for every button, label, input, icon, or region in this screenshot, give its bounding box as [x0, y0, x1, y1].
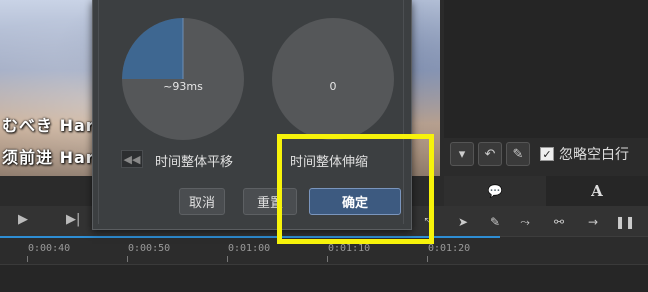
arrow-right-icon[interactable]: → [582, 212, 604, 232]
ignore-blank-option[interactable]: ✓ 忽略空白行 [540, 144, 629, 164]
undo-icon[interactable]: ↶ [478, 142, 502, 166]
play-icon[interactable]: ▶ [18, 212, 28, 227]
time-shift-dial[interactable]: ~93ms [122, 18, 244, 140]
dial-fill [122, 18, 184, 79]
tick-label: 0:00:40 [28, 243, 71, 254]
tick-label: 0:01:10 [328, 243, 371, 254]
subtitle-line-2: 须前进 Har [2, 148, 95, 167]
highlight-box [277, 134, 434, 244]
tick-mark [327, 256, 328, 262]
tick-mark [127, 256, 128, 262]
style-letter-icon: A [591, 182, 603, 200]
timeline-track[interactable] [0, 264, 648, 292]
tick-mark [27, 256, 28, 262]
time-stretch-dial[interactable]: 0 [272, 18, 394, 140]
subtitle-line-1: むべき Har [2, 116, 95, 135]
skip-back-icon[interactable]: ◀◀ [121, 150, 143, 168]
ignore-blank-checkbox[interactable]: ✓ [540, 147, 554, 161]
tick-label: 0:01:20 [428, 243, 471, 254]
tick-mark [227, 256, 228, 262]
ignore-blank-label: 忽略空白行 [559, 147, 629, 163]
time-shift-value: ~93ms [163, 80, 203, 93]
tab-comments[interactable]: 💬 [444, 176, 546, 206]
cancel-button[interactable]: 取消 [179, 188, 225, 215]
pause-icon[interactable]: ❚❚ [614, 212, 636, 232]
subtitle-list-area [444, 0, 648, 138]
tick-label: 0:00:50 [128, 243, 171, 254]
tick-mark [427, 256, 428, 262]
edit-toolbar: ▾ ↶ ✎ ✓ 忽略空白行 [450, 140, 629, 168]
pencil-icon[interactable]: ✎ [506, 142, 530, 166]
edit-icon[interactable]: ✎ [484, 212, 506, 232]
time-shift-label: 时间整体平移 [155, 155, 234, 170]
tab-style[interactable]: A [546, 176, 648, 206]
dropdown-icon[interactable]: ▾ [450, 142, 474, 166]
time-stretch-value: 0 [329, 80, 337, 93]
link-icon[interactable]: ⚯ [548, 212, 570, 232]
tick-label: 0:01:00 [228, 243, 271, 254]
next-frame-icon[interactable]: ▶| [66, 212, 80, 227]
split-icon[interactable]: ⤳ [514, 212, 536, 232]
cursor-icon[interactable]: ➤ [452, 212, 474, 232]
speech-bubble-icon: 💬 [487, 184, 503, 198]
panel-tabs: 💬 A [444, 176, 648, 206]
